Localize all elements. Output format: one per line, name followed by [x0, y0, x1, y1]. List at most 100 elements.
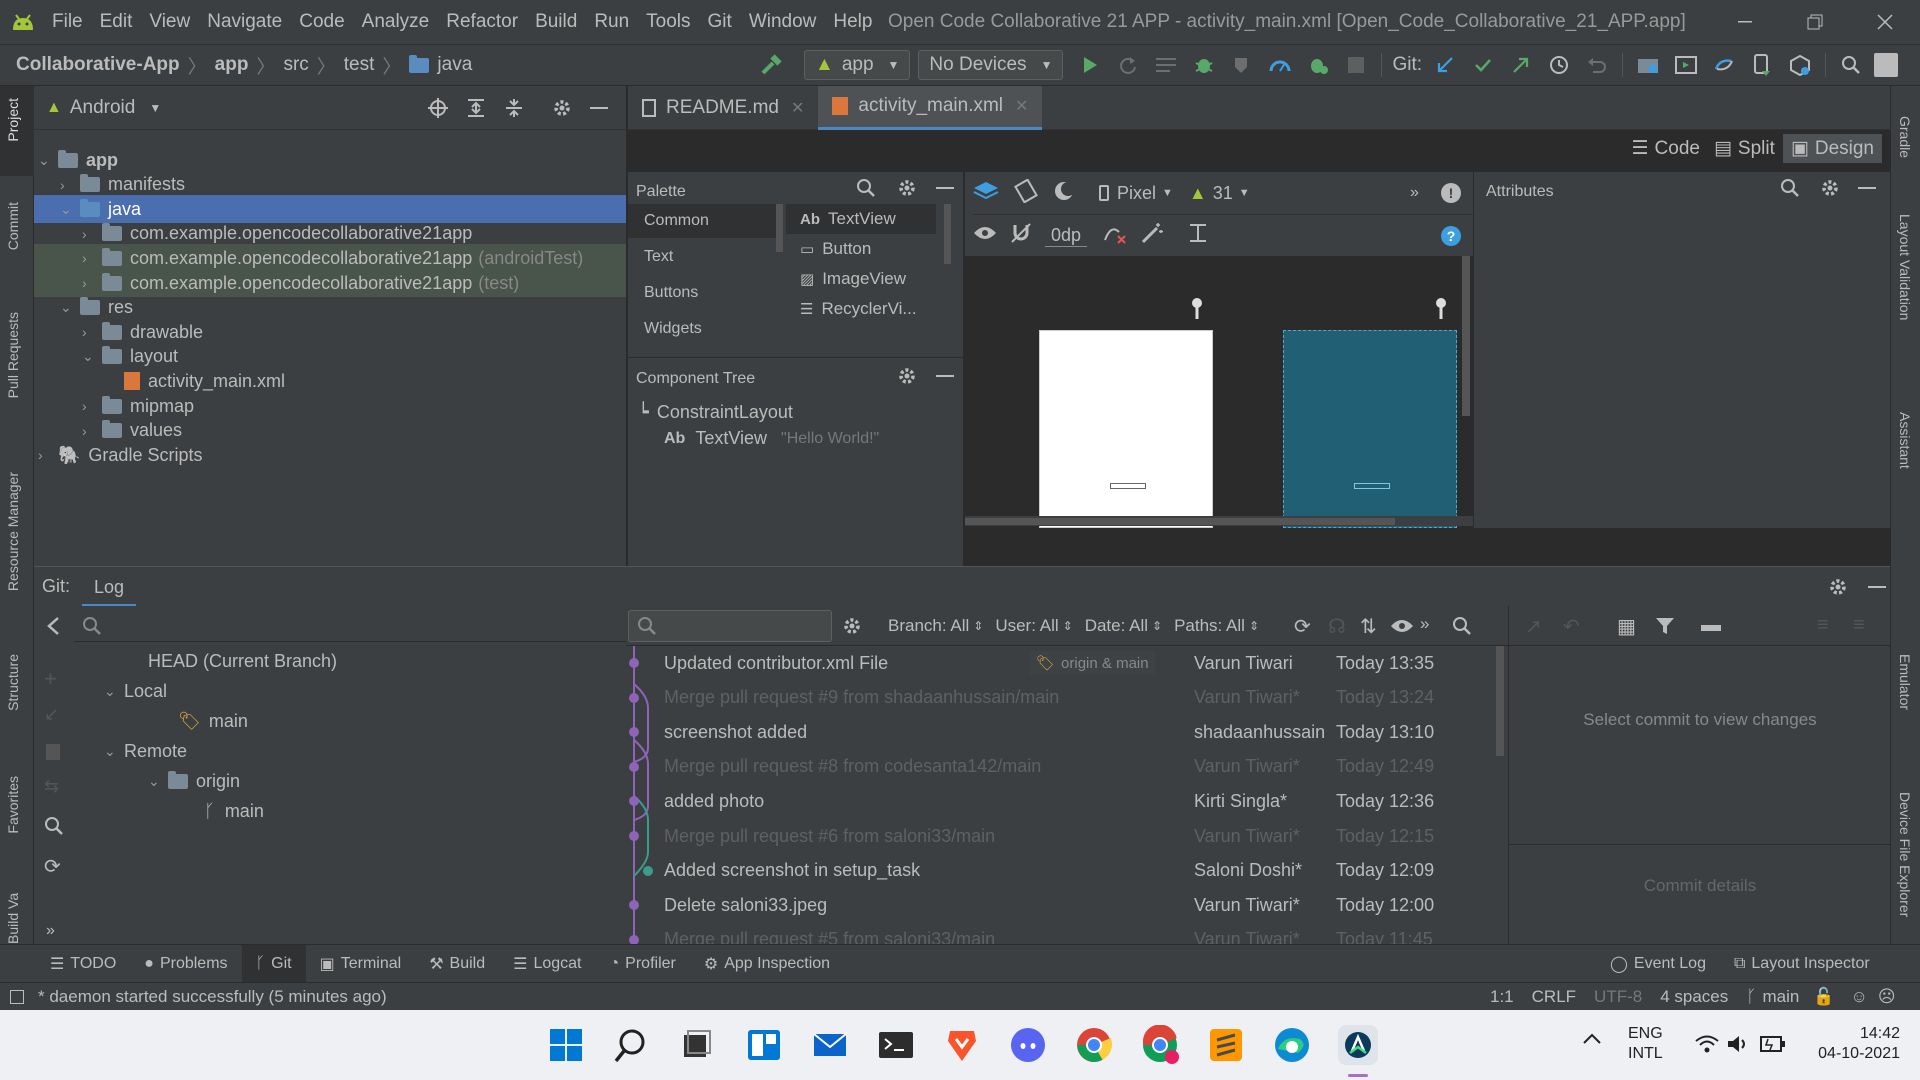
chevron-right-icon[interactable]: ›: [82, 398, 102, 414]
menu-refactor[interactable]: Refactor: [446, 11, 518, 33]
terminal-icon[interactable]: [876, 1025, 916, 1065]
menu-navigate[interactable]: Navigate: [207, 11, 282, 33]
split-mode-button[interactable]: ▤ Split: [1714, 137, 1775, 160]
blueprint-textview[interactable]: [1354, 483, 1390, 489]
stripe-commit[interactable]: Commit: [5, 202, 21, 250]
commit-row[interactable]: Updated contributor.xml File 🏷 origin & ma…: [626, 646, 1506, 680]
palette-search-icon[interactable]: [856, 178, 876, 203]
log-filter[interactable]: Date: All ⇕: [1085, 616, 1162, 636]
breadcrumb-item[interactable]: java: [437, 54, 472, 76]
revert-icon[interactable]: ↶: [1563, 614, 1580, 639]
chevron-right-icon[interactable]: ›: [82, 275, 102, 291]
device-select[interactable]: No Devices ▼: [918, 50, 1064, 80]
build-hammer-icon[interactable]: [756, 50, 786, 80]
chevron-down-icon[interactable]: ▼: [1239, 187, 1250, 199]
user-avatar-icon[interactable]: [1874, 53, 1899, 77]
chevron-right-icon[interactable]: ›: [82, 226, 102, 242]
toggle-tool-windows-icon[interactable]: [10, 989, 24, 1004]
menu-code[interactable]: Code: [299, 11, 344, 33]
commit-row[interactable]: Delete saloni33.jpeg Varun Tiwari* Today 1…: [626, 888, 1506, 922]
cherry-pick-icon[interactable]: ☊: [1328, 614, 1346, 639]
tool-tab-problems[interactable]: ● Problems: [130, 945, 241, 983]
restore-button[interactable]: [1800, 8, 1830, 36]
view-options-eye-icon[interactable]: [973, 225, 997, 246]
tool-tab-git[interactable]: ᚴ Git: [241, 944, 306, 983]
palette-items-scrollbar[interactable]: [944, 204, 951, 264]
branches-search-input[interactable]: [74, 610, 626, 642]
tool-tab-build[interactable]: ⚒ Build: [415, 945, 499, 983]
git-update-icon[interactable]: [1430, 50, 1460, 80]
log-settings-icon[interactable]: [842, 616, 862, 641]
breadcrumb-item[interactable]: src: [283, 54, 308, 76]
notifications-icon[interactable]: ☹: [1878, 987, 1896, 1007]
palette-item[interactable]: ▭ Button: [786, 234, 936, 264]
tool-tab-app-inspection[interactable]: ⚙ App Inspection: [690, 945, 844, 983]
mail-icon[interactable]: [810, 1025, 850, 1065]
chevron-right-icon[interactable]: ›: [38, 447, 58, 463]
tool-tab-terminal[interactable]: ▣ Terminal: [306, 945, 416, 983]
chevron-down-icon[interactable]: ⌄: [38, 152, 58, 169]
stripe-device-file-explorer[interactable]: Device File Explorer: [1897, 792, 1913, 917]
chevron-right-icon[interactable]: ›: [60, 177, 80, 193]
palette-hide-icon[interactable]: [936, 178, 954, 203]
breadcrumb-item[interactable]: app: [215, 54, 249, 76]
rerun-icon[interactable]: [1113, 50, 1143, 80]
settings-gear-icon[interactable]: [552, 98, 572, 118]
caret-position[interactable]: 1:1: [1490, 987, 1514, 1007]
discord-icon[interactable]: [1008, 1025, 1048, 1065]
menu-analyze[interactable]: Analyze: [362, 11, 430, 33]
commit-row[interactable]: added photo Kirti Singla* Today 12:36: [626, 784, 1506, 818]
expand-icon[interactable]: »: [46, 922, 55, 940]
component-tree-hide-icon[interactable]: [936, 366, 954, 391]
canvas-vertical-scrollbar[interactable]: [1462, 256, 1470, 416]
log-filter[interactable]: Paths: All ⇕: [1174, 616, 1259, 636]
chevron-right-icon[interactable]: ›: [82, 423, 102, 439]
git-commit-icon[interactable]: [1468, 50, 1498, 80]
menu-file[interactable]: File: [52, 11, 83, 33]
design-surface-icon[interactable]: [973, 180, 999, 207]
design-canvas[interactable]: [965, 256, 1473, 528]
tool-tab-logcat[interactable]: ☰ Logcat: [499, 945, 595, 983]
palette-item[interactable]: ▨ ImageView: [786, 264, 936, 294]
git-rollback-icon[interactable]: [1582, 50, 1612, 80]
tree-item[interactable]: › 🐘 Gradle Scripts: [38, 441, 202, 469]
sublime-text-icon[interactable]: [1206, 1025, 1246, 1065]
project-view-select[interactable]: Android: [70, 97, 136, 119]
apply-changes-icon[interactable]: [1151, 50, 1181, 80]
branch-local-main[interactable]: 🏷 main: [178, 706, 248, 736]
battery-icon[interactable]: [1760, 1036, 1786, 1057]
warnings-icon[interactable]: !: [1441, 183, 1461, 203]
stripe-favorites[interactable]: Favorites: [5, 776, 21, 834]
group-by-icon[interactable]: ▦: [1617, 614, 1636, 639]
input-language[interactable]: ENG INTL: [1628, 1024, 1663, 1064]
task-view-icon[interactable]: [676, 1025, 716, 1065]
commit-row[interactable]: Merge pull request #8 from codesanta142/…: [626, 750, 1506, 784]
stripe-gradle[interactable]: Gradle: [1897, 116, 1913, 158]
expand-all-icon[interactable]: ≡: [1817, 614, 1829, 637]
layout-icon[interactable]: ▬: [1701, 614, 1721, 637]
menu-git[interactable]: Git: [708, 11, 732, 33]
log-search-input[interactable]: [628, 610, 832, 642]
commit-row[interactable]: Merge pull request #5 from saloni33/main…: [626, 923, 1506, 944]
tab-activity-main[interactable]: activity_main.xml ✕: [818, 85, 1043, 130]
stripe-assistant[interactable]: Assistant: [1897, 412, 1913, 469]
component-tree-settings-icon[interactable]: [897, 366, 917, 391]
wifi-icon[interactable]: [1694, 1034, 1720, 1059]
stripe-project[interactable]: Project: [5, 98, 21, 142]
menu-run[interactable]: Run: [594, 11, 629, 33]
stripe-structure[interactable]: Structure: [5, 654, 21, 711]
tree-item[interactable]: › com.example.opencodecollaborative21app(…: [82, 269, 519, 297]
canvas-horizontal-scrollbar[interactable]: [965, 516, 1473, 526]
tool-tab-todo[interactable]: ☰ TODO: [36, 945, 130, 983]
git-push-icon[interactable]: [1506, 50, 1536, 80]
attributes-settings-icon[interactable]: [1820, 178, 1840, 203]
git-log-tab[interactable]: Log: [82, 567, 137, 607]
branch-origin[interactable]: ⌄ origin: [148, 766, 240, 796]
close-window-button[interactable]: [1870, 8, 1900, 36]
run-config-select[interactable]: ▲ app ▼: [804, 50, 911, 80]
palette-category[interactable]: Buttons: [628, 276, 783, 310]
chevron-right-icon[interactable]: ›: [82, 250, 102, 266]
back-arrow-icon[interactable]: [46, 616, 60, 641]
locate-icon[interactable]: [428, 98, 448, 118]
chevron-down-icon[interactable]: ▼: [149, 101, 161, 115]
